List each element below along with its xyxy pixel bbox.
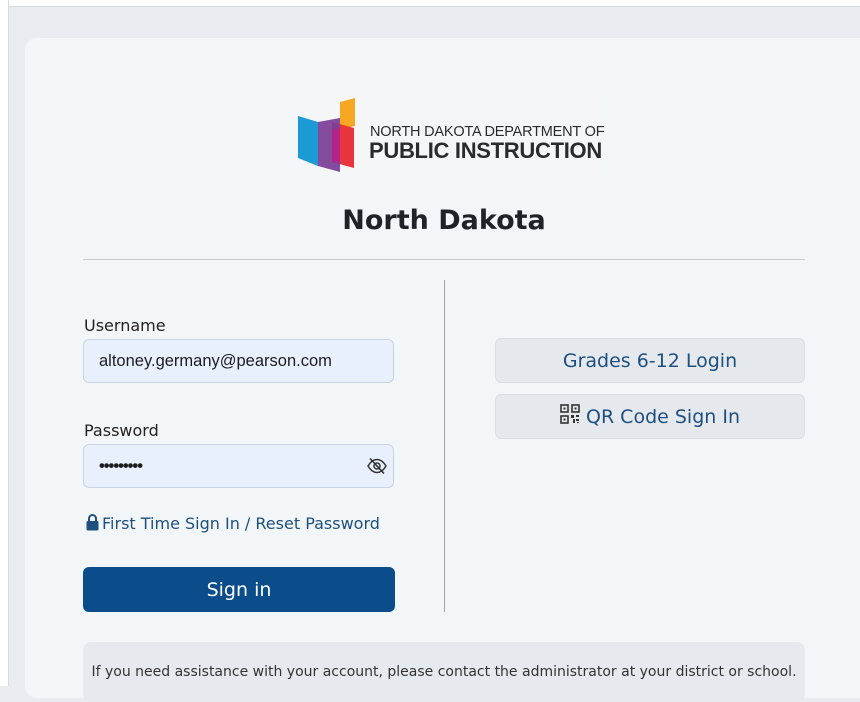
ndpi-logo: North Dakota Department of Public Instru… — [296, 96, 605, 176]
grades-login-label: Grades 6-12 Login — [562, 349, 738, 372]
help-text: If you need assistance with your account… — [91, 664, 797, 680]
username-input[interactable] — [99, 340, 359, 382]
qr-code-sign-in-button[interactable]: QR Code Sign In — [495, 394, 805, 439]
logo-text-public-instruction: Public Instruction — [369, 138, 602, 163]
password-input[interactable] — [99, 445, 359, 487]
username-label: Username — [84, 316, 166, 335]
sign-in-button[interactable]: Sign in — [83, 567, 395, 612]
lock-icon — [86, 513, 99, 535]
reset-password-link-label: First Time Sign In / Reset Password — [102, 514, 380, 533]
qr-code-icon — [560, 404, 580, 429]
qr-code-sign-in-label: QR Code Sign In — [585, 405, 740, 428]
username-field-box — [83, 339, 394, 383]
page-title: North Dakota — [342, 205, 546, 236]
title-divider — [83, 259, 805, 260]
window-left-border — [0, 0, 9, 686]
password-label: Password — [84, 421, 159, 440]
grades-6-12-login-button[interactable]: Grades 6-12 Login — [495, 338, 805, 383]
show-password-eye-icon[interactable] — [367, 457, 387, 475]
help-box: If you need assistance with your account… — [83, 642, 805, 702]
password-field-box — [83, 444, 394, 488]
window-top-border — [0, 0, 860, 7]
reset-password-link[interactable]: First Time Sign In / Reset Password — [86, 513, 380, 535]
logo-mark-icon — [298, 98, 355, 172]
column-divider — [444, 280, 445, 612]
sign-in-button-label: Sign in — [206, 578, 272, 601]
